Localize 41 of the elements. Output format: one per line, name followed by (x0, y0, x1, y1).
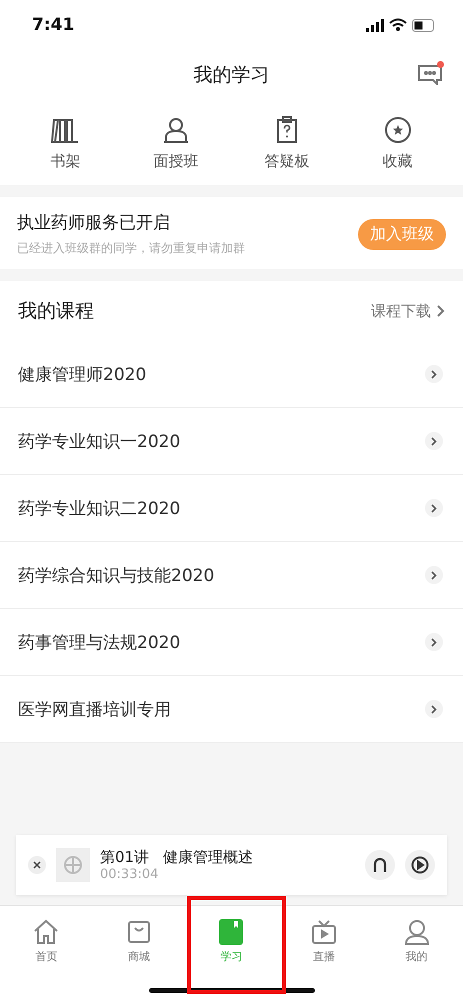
download-link[interactable]: 课程下载 (371, 302, 445, 320)
headphones-button[interactable] (365, 850, 395, 880)
chevron-icon (425, 499, 443, 517)
shortcut-button[interactable]: 面授班 (136, 116, 216, 171)
wifi-icon (389, 18, 407, 32)
tab-item[interactable]: 我的 (370, 906, 463, 976)
person-icon (162, 116, 190, 144)
page-title: 我的学习 (194, 63, 270, 88)
close-icon (33, 861, 41, 869)
tv-icon (311, 918, 338, 944)
house-icon (33, 918, 60, 944)
shortcut-button[interactable]: 答疑板 (246, 116, 327, 171)
books-icon (51, 116, 80, 144)
status-time: 7:41 (32, 15, 74, 35)
bag-icon (126, 918, 152, 944)
play-icon (411, 856, 429, 874)
signal-icon (366, 18, 384, 32)
shortcut-button[interactable]: 收藏 (358, 116, 438, 171)
notice-subtitle: 已经进入班级群的同学，请勿重复申请加群 (17, 240, 245, 257)
shortcut-button[interactable]: 书架 (25, 116, 106, 171)
tab-item[interactable]: 首页 (0, 906, 93, 976)
headphones-icon (373, 857, 387, 873)
lesson-number: 第01讲 (100, 848, 150, 867)
chevron-icon (437, 305, 445, 317)
tab-item[interactable]: 商城 (92, 906, 186, 976)
globe-icon (63, 855, 83, 875)
book-icon (219, 918, 244, 944)
close-button[interactable] (28, 856, 46, 874)
play-button[interactable] (405, 850, 435, 880)
chevron-icon (425, 566, 443, 584)
chevron-icon (425, 432, 443, 450)
chevron-icon (425, 700, 443, 718)
notice-title: 执业药师服务已开启 (17, 212, 171, 234)
tab-item[interactable]: 直播 (278, 906, 370, 976)
section-title: 我的课程 (18, 299, 94, 324)
battery-icon (412, 18, 435, 32)
lesson-title: 健康管理概述 (163, 848, 254, 867)
user-icon (404, 918, 430, 944)
chevron-icon (425, 633, 443, 651)
chevron-icon (425, 365, 443, 383)
lesson-duration: 00:33:04 (100, 867, 160, 882)
